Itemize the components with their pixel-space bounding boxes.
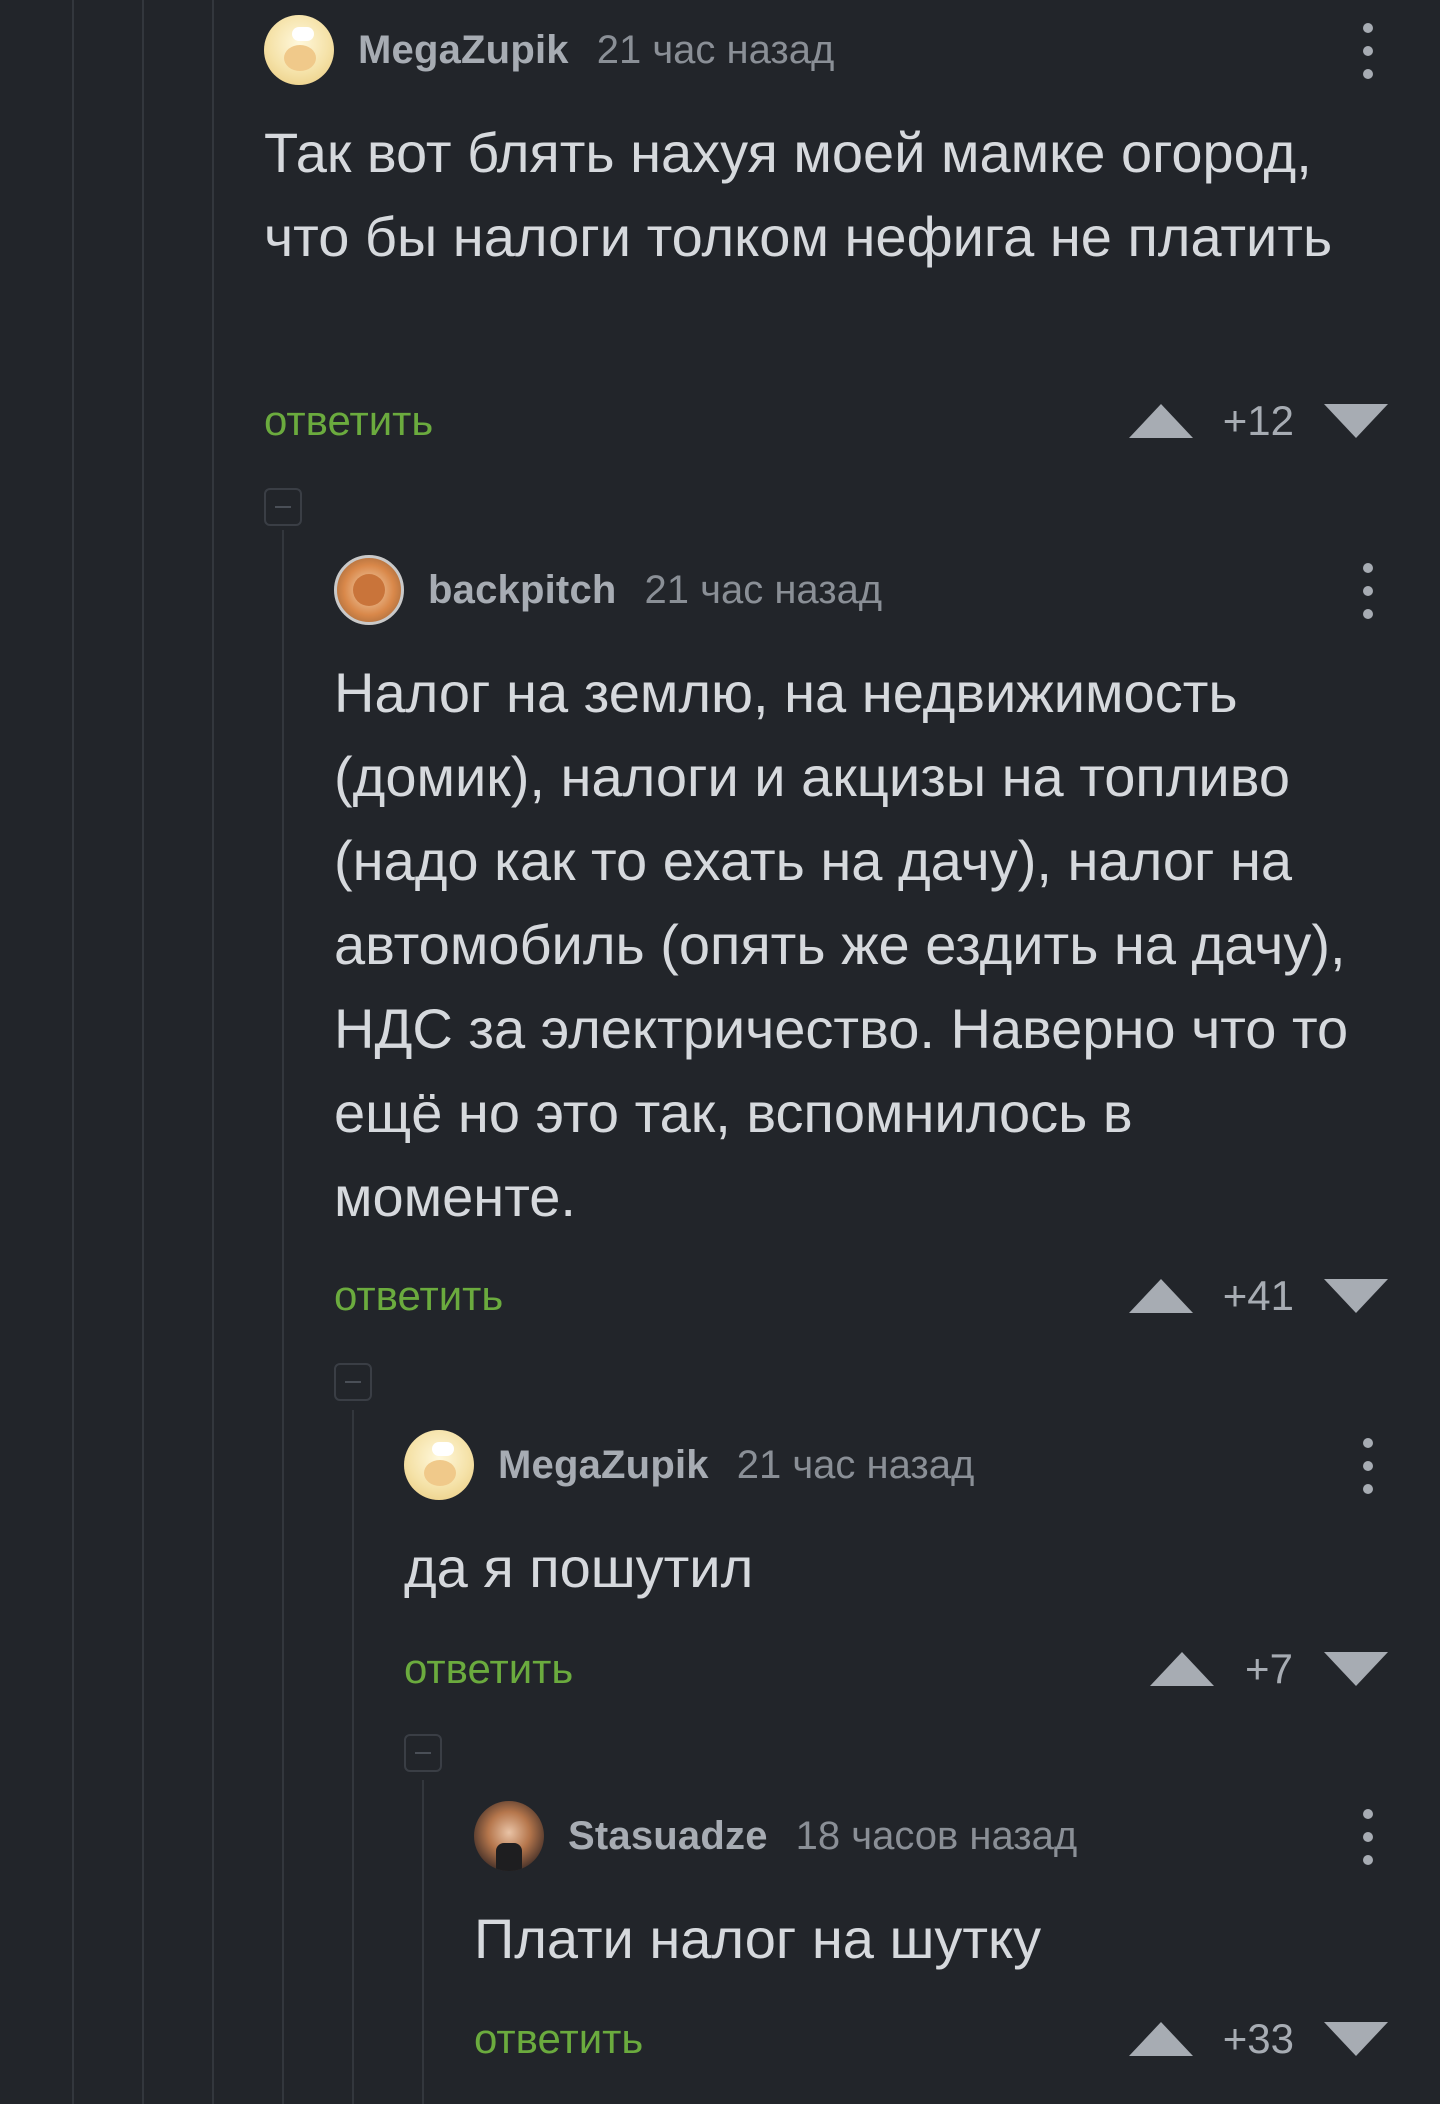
comment-actions: ответить +41 bbox=[334, 1266, 1388, 1326]
comment: MegaZupik 21 час назад Так вот блять нах… bbox=[264, 15, 1388, 455]
comment: MegaZupik 21 час назад да я пошутил отве… bbox=[404, 1430, 1388, 1730]
upvote-arrow-icon[interactable] bbox=[1150, 1652, 1214, 1686]
comment-text: Так вот блять нахуя моей мамке огород, ч… bbox=[264, 121, 1333, 268]
comment-header: MegaZupik 21 час назад bbox=[404, 1430, 974, 1500]
thread-line[interactable] bbox=[282, 530, 284, 2104]
comment-header: MegaZupik 21 час назад bbox=[264, 15, 834, 85]
reply-link[interactable]: ответить bbox=[474, 2009, 643, 2069]
username[interactable]: Stasuadze bbox=[568, 1814, 768, 1859]
reply-link[interactable]: ответить bbox=[264, 391, 433, 451]
downvote-arrow-icon[interactable] bbox=[1324, 1279, 1388, 1313]
vote-controls: +33 bbox=[1128, 2009, 1388, 2069]
upvote-arrow-icon[interactable] bbox=[1128, 404, 1193, 438]
comment-actions: ответить +33 bbox=[474, 2009, 1388, 2069]
reply-link[interactable]: ответить bbox=[404, 1639, 573, 1699]
timestamp: 18 часов назад bbox=[795, 1813, 1078, 1858]
avatar[interactable] bbox=[334, 555, 404, 625]
thread-line bbox=[72, 0, 74, 2104]
avatar[interactable] bbox=[404, 1430, 474, 1500]
collapse-icon[interactable] bbox=[404, 1734, 442, 1772]
comment: backpitch 21 час назад Налог на землю, н… bbox=[334, 555, 1388, 1335]
vote-controls: +12 bbox=[1128, 391, 1388, 451]
username[interactable]: MegaZupik bbox=[358, 28, 569, 73]
comment-text: Плати налог на шутку bbox=[474, 1907, 1042, 1970]
comment: Stasuadze 18 часов назад Плати налог на … bbox=[474, 1801, 1388, 2101]
comment-header: backpitch 21 час назад bbox=[334, 555, 882, 625]
comment-actions: ответить +7 bbox=[404, 1639, 1388, 1699]
username[interactable]: MegaZupik bbox=[498, 1443, 709, 1488]
more-vertical-icon[interactable] bbox=[1348, 1438, 1388, 1494]
comment-thread: MegaZupik 21 час назад Так вот блять нах… bbox=[0, 0, 1440, 2104]
timestamp: 21 час назад bbox=[736, 1442, 975, 1487]
more-vertical-icon[interactable] bbox=[1348, 1809, 1388, 1865]
vote-controls: +7 bbox=[1150, 1639, 1388, 1699]
thread-line bbox=[142, 0, 144, 2104]
score: +41 bbox=[1222, 1272, 1294, 1319]
upvote-arrow-icon[interactable] bbox=[1128, 2022, 1193, 2056]
more-vertical-icon[interactable] bbox=[1348, 23, 1388, 79]
thread-line bbox=[212, 0, 214, 2104]
downvote-arrow-icon[interactable] bbox=[1324, 2022, 1388, 2056]
collapse-icon[interactable] bbox=[334, 1363, 372, 1401]
timestamp: 21 час назад bbox=[644, 567, 883, 612]
downvote-arrow-icon[interactable] bbox=[1324, 1652, 1388, 1686]
thread-line[interactable] bbox=[422, 1780, 424, 2104]
score: +7 bbox=[1245, 1645, 1293, 1692]
thread-line[interactable] bbox=[352, 1410, 354, 2104]
score: +12 bbox=[1222, 397, 1294, 444]
comment-actions: ответить +12 bbox=[264, 391, 1388, 451]
upvote-arrow-icon[interactable] bbox=[1128, 1279, 1193, 1313]
collapse-icon[interactable] bbox=[264, 488, 302, 526]
avatar[interactable] bbox=[474, 1801, 544, 1871]
username[interactable]: backpitch bbox=[428, 568, 617, 613]
score: +33 bbox=[1222, 2015, 1294, 2062]
vote-controls: +41 bbox=[1128, 1266, 1388, 1326]
reply-link[interactable]: ответить bbox=[334, 1266, 503, 1326]
downvote-arrow-icon[interactable] bbox=[1324, 404, 1388, 438]
avatar[interactable] bbox=[264, 15, 334, 85]
comment-text: да я пошутил bbox=[404, 1536, 754, 1599]
comment-text: Налог на землю, на недвижимость (домик),… bbox=[334, 661, 1349, 1228]
comment-header: Stasuadze 18 часов назад bbox=[474, 1801, 1077, 1871]
more-vertical-icon[interactable] bbox=[1348, 563, 1388, 619]
timestamp: 21 час назад bbox=[596, 27, 835, 72]
